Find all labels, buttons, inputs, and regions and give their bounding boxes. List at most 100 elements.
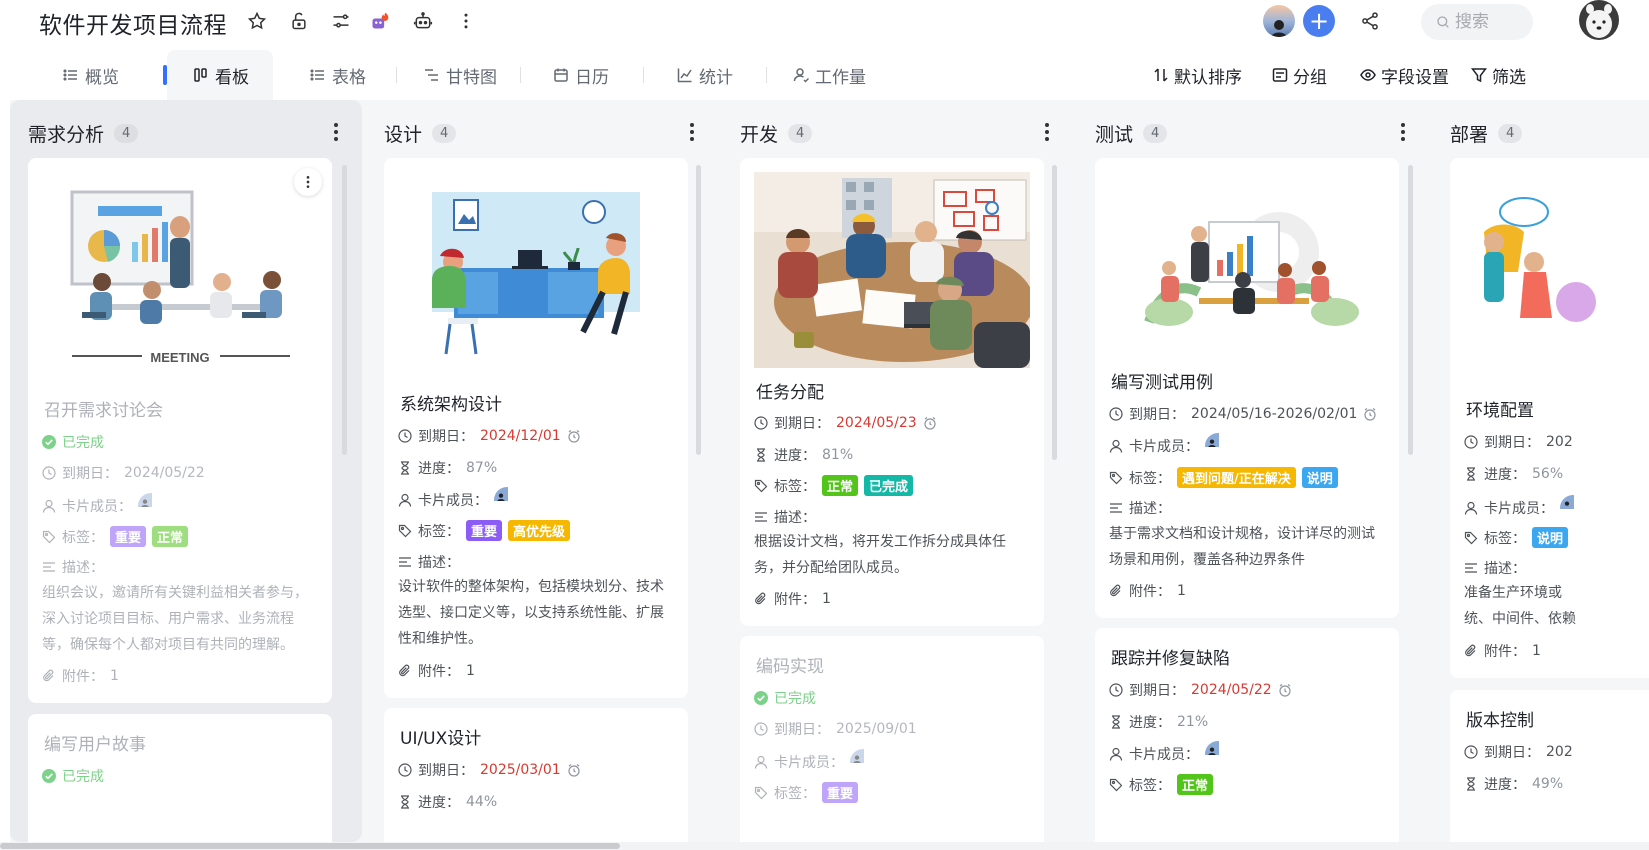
group-button[interactable]: 分组	[1272, 50, 1327, 100]
tags-row: 标签： 正常	[1109, 774, 1214, 795]
add-member-button[interactable]: +	[1303, 5, 1335, 37]
card[interactable]: 编写测试用例 到期日： 2024/05/16-2026/02/01 卡片成员： …	[1095, 158, 1399, 618]
card[interactable]: 跟踪并修复缺陷 到期日： 2024/05/22 进度： 21% 卡片成员： 标签…	[1095, 628, 1399, 842]
paperclip-icon	[43, 669, 54, 682]
tags-label: 标签：	[418, 523, 460, 540]
column-scrollbar[interactable]	[696, 165, 701, 455]
card[interactable]: 任务分配 到期日： 2024/05/23 进度： 81% 标签： 正常 已完成 …	[740, 158, 1044, 626]
tag-note: 说明	[1532, 527, 1569, 548]
progress-value: 44%	[466, 794, 498, 810]
group-label: 分组	[1293, 67, 1327, 88]
column-count: 4	[788, 123, 813, 143]
card-title: UI/UX设计	[400, 729, 482, 749]
card[interactable]: 编码实现 已完成 到期日： 2025/09/01 卡片成员： 标签： 重要	[740, 636, 1044, 842]
card-more-icon[interactable]	[294, 168, 322, 196]
column-count: 4	[1143, 123, 1168, 143]
member-avatar[interactable]	[1205, 433, 1231, 459]
field-settings-label: 字段设置	[1381, 67, 1449, 88]
members-label: 卡片成员：	[774, 755, 844, 771]
horizontal-scroll-thumb[interactable]	[0, 843, 620, 849]
tab-overview[interactable]: 概览	[63, 50, 119, 100]
tab-table[interactable]: 表格	[310, 50, 366, 100]
member-avatar[interactable]	[1560, 495, 1586, 521]
robot-icon[interactable]	[411, 9, 435, 33]
office-illustration	[398, 172, 674, 368]
tags-label: 标签：	[1129, 777, 1171, 794]
column-more-icon[interactable]	[1037, 120, 1057, 144]
column-scrollbar[interactable]	[342, 165, 347, 455]
column-scrollbar[interactable]	[1408, 165, 1413, 455]
attach-label: 附件：	[1484, 644, 1526, 660]
field-settings-button[interactable]: 字段设置	[1360, 50, 1449, 100]
progress-value: 56%	[1532, 466, 1564, 482]
progress-row: 进度： 81%	[754, 445, 853, 465]
plugin-fire-icon[interactable]	[368, 9, 392, 33]
tag-blocked: 遇到问题/正在解决	[1177, 467, 1296, 488]
tab-workload[interactable]: 工作量	[793, 50, 866, 100]
card[interactable]: 环境配置 到期日： 202 进度： 56% 卡片成员： 标签： 说明 描述： 准…	[1450, 158, 1649, 678]
horizontal-scrollbar[interactable]	[0, 842, 1649, 850]
search-input[interactable]	[1455, 12, 1525, 32]
alarm-icon	[1364, 408, 1377, 421]
tab-stats[interactable]: 统计	[677, 50, 733, 100]
attach-row: 附件： 1	[1109, 581, 1186, 601]
column-more-icon[interactable]	[1393, 120, 1413, 144]
card-description: 基于需求文档和设计规格，设计详尽的测试场景和用例，覆盖各种边界条件	[1109, 526, 1375, 568]
settings-sliders-icon[interactable]	[329, 9, 353, 33]
user-avatar[interactable]	[1579, 0, 1619, 40]
unlock-icon[interactable]	[287, 9, 311, 33]
column-title: 部署	[1450, 123, 1489, 146]
column-title: 设计	[384, 123, 423, 146]
filter-button[interactable]: 筛选	[1471, 50, 1526, 100]
column-more-icon[interactable]	[326, 120, 346, 144]
due-row: 到期日： 2024/05/22	[1109, 680, 1292, 700]
star-icon[interactable]	[245, 9, 269, 33]
card-description: 设计软件的整体架构，包括模块划分、技术选型、接口定义等，以支持系统性能、扩展性和…	[398, 579, 664, 647]
attach-row: 附件： 1	[398, 661, 475, 681]
board-icon	[194, 68, 207, 82]
team-meeting-illustration	[754, 172, 1030, 368]
card[interactable]: 版本控制 到期日： 202 进度： 49%	[1450, 690, 1649, 842]
tags-label: 标签：	[1484, 530, 1526, 547]
tag-important: 重要	[110, 526, 147, 547]
desc-label: 描述：	[418, 555, 460, 571]
members-row: 卡片成员：	[1464, 495, 1586, 521]
sort-button[interactable]: 默认排序	[1153, 50, 1242, 100]
tab-gantt[interactable]: 甘特图	[424, 50, 497, 100]
alarm-icon	[568, 430, 580, 443]
share-icon[interactable]	[1358, 9, 1382, 33]
search-box[interactable]	[1421, 4, 1533, 40]
clock-icon	[1109, 407, 1123, 421]
due-row: 到期日： 2024/05/22	[42, 463, 205, 483]
member-avatar[interactable]	[494, 487, 520, 513]
tag-normal: 正常	[1177, 774, 1214, 795]
due-label: 到期日：	[1484, 745, 1540, 761]
member-avatar[interactable]	[138, 493, 164, 519]
paperclip-icon	[755, 592, 766, 605]
collaborator-avatar[interactable]	[1263, 5, 1295, 37]
more-vertical-icon[interactable]	[454, 9, 478, 33]
tab-calendar[interactable]: 日历	[553, 50, 609, 100]
text-align-icon	[1110, 503, 1122, 513]
paperclip-icon	[1465, 644, 1476, 657]
card[interactable]: UI/UX设计 到期日： 2025/03/01 进度： 44%	[384, 708, 688, 842]
member-avatar[interactable]	[1205, 741, 1231, 767]
paperclip-icon	[1110, 584, 1121, 597]
text-align-icon	[399, 557, 411, 567]
progress-label: 进度：	[774, 448, 816, 464]
column-more-icon[interactable]	[682, 120, 702, 144]
hourglass-icon	[757, 448, 765, 462]
column-title: 需求分析	[28, 123, 105, 146]
tags-row: 标签： 重要	[754, 782, 859, 803]
check-circle-icon	[42, 769, 56, 783]
card[interactable]: MEETING 召开需求讨论会 已完成 到期日： 2024/05/22 卡片成员…	[28, 158, 332, 703]
members-label: 卡片成员：	[1129, 747, 1199, 763]
tab-divider	[766, 67, 767, 83]
tags-label: 标签：	[62, 529, 104, 546]
due-value: 2024/12/01	[480, 428, 561, 444]
card[interactable]: 编写用户故事 已完成	[28, 714, 332, 842]
card[interactable]: 系统架构设计 到期日： 2024/12/01 进度： 87% 卡片成员： 标签：	[384, 158, 688, 698]
tab-board[interactable]: 看板	[167, 50, 273, 100]
member-avatar[interactable]	[850, 749, 876, 775]
column-scrollbar[interactable]	[1052, 165, 1057, 460]
